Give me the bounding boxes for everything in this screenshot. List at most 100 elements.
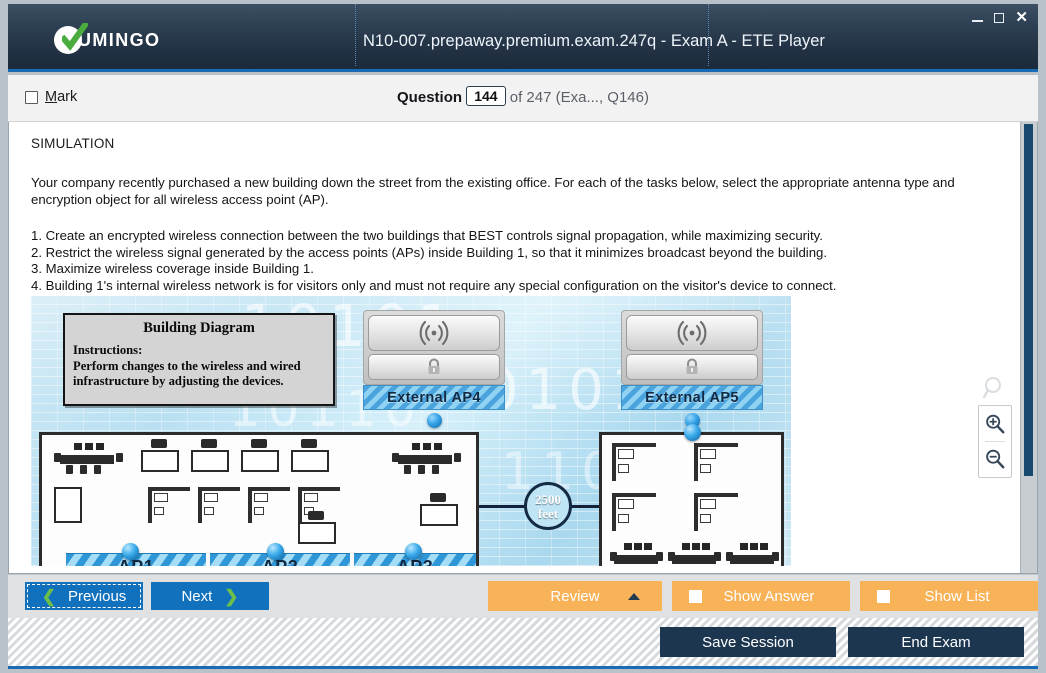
cubicle xyxy=(148,487,190,523)
instructions-title: Building Diagram xyxy=(143,320,255,336)
desk-unit xyxy=(294,511,340,547)
ap4-connector-dot xyxy=(426,413,442,428)
cubicle xyxy=(612,493,656,531)
ap4-label: External AP4 xyxy=(363,385,505,410)
question-content: SIMULATION Your company recently purchas… xyxy=(8,122,1038,574)
minimize-button[interactable] xyxy=(972,13,984,22)
show-answer-checkbox-icon xyxy=(689,589,702,603)
zoom-out-button[interactable] xyxy=(979,446,1011,472)
next-button[interactable]: Next ❯ xyxy=(151,582,269,610)
cubicle xyxy=(198,487,240,523)
question-paragraph: Your company recently purchased a new bu… xyxy=(31,175,955,207)
building-2-ap-marker[interactable] xyxy=(684,424,701,441)
distance-unit: feet xyxy=(537,506,559,521)
wifi-icon xyxy=(419,320,449,346)
zoom-in-icon xyxy=(986,414,1005,434)
cubicle xyxy=(248,487,290,523)
ap1-label: AP1 xyxy=(118,557,155,566)
show-list-button[interactable]: Show List xyxy=(860,581,1038,611)
distance-line-right xyxy=(569,505,601,508)
cubicle xyxy=(694,443,738,481)
desk-unit xyxy=(237,439,283,475)
chevron-up-icon xyxy=(628,593,640,600)
lock-icon xyxy=(428,358,440,374)
task-list: 1. Create an encrypted wireless connecti… xyxy=(31,228,1000,294)
magnifier-icon[interactable] xyxy=(982,375,1008,401)
show-answer-label: Show Answer xyxy=(723,587,815,605)
ap3-marker[interactable] xyxy=(405,543,422,560)
question-bar: Mark Question 144 of 247 (Exa..., Q146) xyxy=(8,75,1038,122)
ap2-marker[interactable] xyxy=(267,543,284,560)
building-diagram[interactable]: 10101 0101 10110 1101 1011 Building Diag… xyxy=(31,296,791,566)
zoom-out-icon xyxy=(986,449,1005,469)
previous-button-label: Previous xyxy=(67,587,127,605)
instructions-body: Instructions: Perform changes to the wir… xyxy=(73,343,325,390)
task-item: 1. Create an encrypted wireless connecti… xyxy=(31,228,823,243)
ap4-encryption-slot[interactable] xyxy=(368,354,500,380)
end-exam-button[interactable]: End Exam xyxy=(848,627,1024,657)
ap5-encryption-slot[interactable] xyxy=(626,354,758,380)
lock-icon xyxy=(686,358,698,374)
conference-table xyxy=(668,543,721,566)
instructions-line-2: infrastructure by adjusting the devices. xyxy=(73,374,284,388)
wifi-icon xyxy=(677,320,707,346)
check-mark-icon xyxy=(62,23,88,51)
task-item: 3. Maximize wireless coverage inside Bui… xyxy=(31,261,314,276)
chevron-right-icon: ❯ xyxy=(224,586,239,606)
scrollbar-thumb[interactable] xyxy=(1024,124,1033,476)
task-item: 2. Restrict the wireless signal generate… xyxy=(31,244,828,260)
conference-table xyxy=(52,443,123,475)
review-button[interactable]: Review xyxy=(488,581,662,611)
ap1-marker[interactable] xyxy=(122,543,139,560)
zoom-button-group xyxy=(978,405,1012,478)
question-total: of 247 (Exa..., Q146) xyxy=(509,89,649,106)
external-ap4-device[interactable]: External AP4 xyxy=(363,310,505,428)
logo-text: UMINGO xyxy=(78,29,161,50)
question-word: Question xyxy=(397,89,463,106)
review-button-label: Review xyxy=(550,587,600,605)
content-scroll-area: SIMULATION Your company recently purchas… xyxy=(9,122,1020,573)
title-bar: UMINGO N10-007.prepaway.premium.exam.247… xyxy=(8,4,1038,72)
save-session-button[interactable]: Save Session xyxy=(660,627,836,657)
maximize-button[interactable] xyxy=(994,12,1005,23)
simulation-label: SIMULATION xyxy=(31,136,115,151)
previous-button[interactable]: ❮ Previous xyxy=(25,582,143,610)
external-ap5-device[interactable]: External AP5 xyxy=(621,310,763,428)
ap4-shell xyxy=(363,310,505,385)
title-divider-left xyxy=(355,4,356,66)
status-bar: Save Session End Exam xyxy=(8,618,1038,669)
desk-unit xyxy=(287,439,333,475)
building-1-floorplan: AP1 AP2 AP3 xyxy=(39,432,479,566)
cabinet xyxy=(54,487,82,523)
question-number-input[interactable]: 144 xyxy=(466,86,506,106)
question-indicator: Question 144 of 247 (Exa..., Q146) xyxy=(8,86,1038,107)
show-list-label: Show List xyxy=(924,587,990,605)
close-button[interactable]: ✕ xyxy=(1015,10,1028,25)
vertical-scrollbar[interactable] xyxy=(1020,122,1037,573)
ap5-label: External AP5 xyxy=(621,385,763,410)
conference-table xyxy=(610,543,663,566)
instructions-box: Building Diagram Instructions: Perform c… xyxy=(63,313,335,406)
cubicle xyxy=(612,443,656,481)
distance-line-left xyxy=(479,505,529,508)
ap5-antenna-slot[interactable] xyxy=(626,315,758,351)
conference-table xyxy=(726,543,779,566)
chevron-left-icon: ❮ xyxy=(41,586,56,606)
show-list-checkbox-icon xyxy=(877,589,890,603)
desk-unit xyxy=(187,439,233,475)
window-title: N10-007.prepaway.premium.exam.247q - Exa… xyxy=(363,32,825,50)
next-button-label: Next xyxy=(181,587,213,605)
diagram-zoom-tools xyxy=(978,375,1012,478)
distance-marker: 2500 feet xyxy=(524,482,572,530)
window-controls: ✕ xyxy=(972,10,1028,25)
instructions-label: Instructions: xyxy=(73,343,143,357)
zoom-in-button[interactable] xyxy=(979,411,1011,437)
building-2-floorplan xyxy=(599,432,784,566)
ap4-antenna-slot[interactable] xyxy=(368,315,500,351)
desk-unit xyxy=(416,493,462,529)
desk-unit xyxy=(137,439,183,475)
app-logo: UMINGO xyxy=(54,23,161,54)
ap5-shell xyxy=(621,310,763,385)
conference-table xyxy=(390,443,461,475)
show-answer-button[interactable]: Show Answer xyxy=(672,581,850,611)
